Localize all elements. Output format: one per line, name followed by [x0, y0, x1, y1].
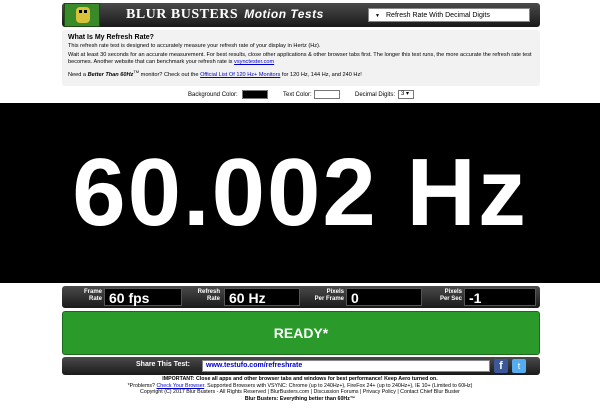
display-controls: Background Color: Text Color: Decimal Di…	[0, 89, 600, 101]
intro-paragraph-3: Need a Better Than 60HzTM monitor? Check…	[68, 68, 534, 79]
frame-rate-label: Frame Rate	[68, 289, 102, 303]
share-bar: Share This Test: www.testufo.com/refresh…	[62, 357, 540, 375]
vsynctester-link[interactable]: vsynctester.com	[234, 59, 274, 65]
refresh-rate-value: 60 Hz	[224, 288, 300, 306]
brand-subtitle: Motion Tests	[244, 7, 324, 21]
stats-bar: Frame Rate 60 fps Refresh Rate 60 Hz Pix…	[62, 286, 540, 308]
footer-tagline: Blur Busters: Everything better than 60H…	[244, 395, 356, 402]
label-line: Per Frame	[314, 296, 344, 302]
intro-paragraph-1: This refresh rate test is designed to ac…	[68, 43, 321, 49]
background-color-label: Background Color:	[188, 92, 238, 98]
better-than-60hz: Better Than 60Hz	[87, 71, 134, 78]
intro-text: monitor? Check out the	[140, 71, 199, 78]
decimal-digits-select[interactable]: 3 ▾	[398, 90, 414, 99]
footer-text: *Problems?	[127, 382, 155, 389]
pixels-per-sec-value: -1	[464, 288, 536, 306]
facebook-share-icon[interactable]: f	[494, 359, 508, 373]
intro-text: Need a	[68, 71, 87, 78]
share-label: Share This Test:	[136, 361, 190, 368]
pixels-per-frame-label: Pixels Per Frame	[306, 289, 344, 303]
twitter-share-icon[interactable]: t	[512, 359, 526, 373]
label-line: Rate	[88, 296, 102, 302]
dropdown-arrow-icon: ▼	[375, 13, 380, 19]
monitor-list-link[interactable]: Official List Of 120 Hz+ Monitors	[200, 72, 280, 78]
refresh-rate-readout: 60.002 Hz	[72, 139, 528, 246]
label-line: Refresh	[197, 289, 220, 295]
intro-text: for 120 Hz, 144 Hz, and 240 Hz!	[281, 71, 362, 78]
label-line: Frame	[83, 289, 102, 295]
logo-eye-icon	[79, 10, 82, 13]
header-bar: BLUR BUSTERS Motion Tests ▼ Refresh Rate …	[62, 3, 540, 27]
intro-title: What Is My Refresh Rate?	[68, 34, 154, 41]
check-browser-link[interactable]: Check Your Browser	[156, 383, 204, 389]
ready-status-button[interactable]: READY*	[62, 311, 540, 355]
trademark: TM	[133, 69, 140, 74]
blur-busters-logo[interactable]	[64, 3, 100, 27]
frame-rate-value: 60 fps	[104, 288, 182, 306]
pixels-per-frame-value: 0	[346, 288, 422, 306]
label-line: Pixels	[444, 289, 462, 295]
background-color-picker[interactable]	[242, 90, 268, 99]
test-select-dropdown[interactable]: ▼ Refresh Rate With Decimal Digits	[368, 8, 530, 22]
intro-panel: What Is My Refresh Rate? This refresh ra…	[62, 30, 540, 86]
label-line: Per Sec	[439, 296, 462, 302]
intro-paragraph-2: Wait at least 30 seconds for an accurate…	[68, 52, 534, 66]
text-color-label: Text Color:	[283, 92, 312, 98]
decimal-digits-label: Decimal Digits:	[355, 92, 396, 98]
intro-paragraph-2-text: Wait at least 30 seconds for an accurate…	[68, 52, 532, 65]
text-color-picker[interactable]	[314, 90, 340, 99]
ready-status-label: READY*	[273, 325, 329, 341]
test-select-value: Refresh Rate With Decimal Digits	[386, 11, 490, 19]
label-line: Pixels	[326, 289, 344, 295]
brand-name: BLUR BUSTERS	[126, 7, 239, 22]
refresh-rate-label: Refresh Rate	[186, 289, 220, 303]
label-line: Rate	[206, 296, 220, 302]
brand-title[interactable]: BLUR BUSTERS Motion Tests	[126, 7, 324, 23]
pixels-per-sec-label: Pixels Per Sec	[426, 289, 462, 303]
share-url-input[interactable]: www.testufo.com/refreshrate	[202, 360, 490, 372]
footer: IMPORTANT: Close all apps and other brow…	[0, 376, 600, 402]
footer-text: . Supported Browsers with VSYNC: Chrome …	[204, 382, 473, 389]
logo-eye-icon	[84, 10, 87, 13]
refresh-rate-display: 60.002 Hz	[0, 103, 600, 283]
